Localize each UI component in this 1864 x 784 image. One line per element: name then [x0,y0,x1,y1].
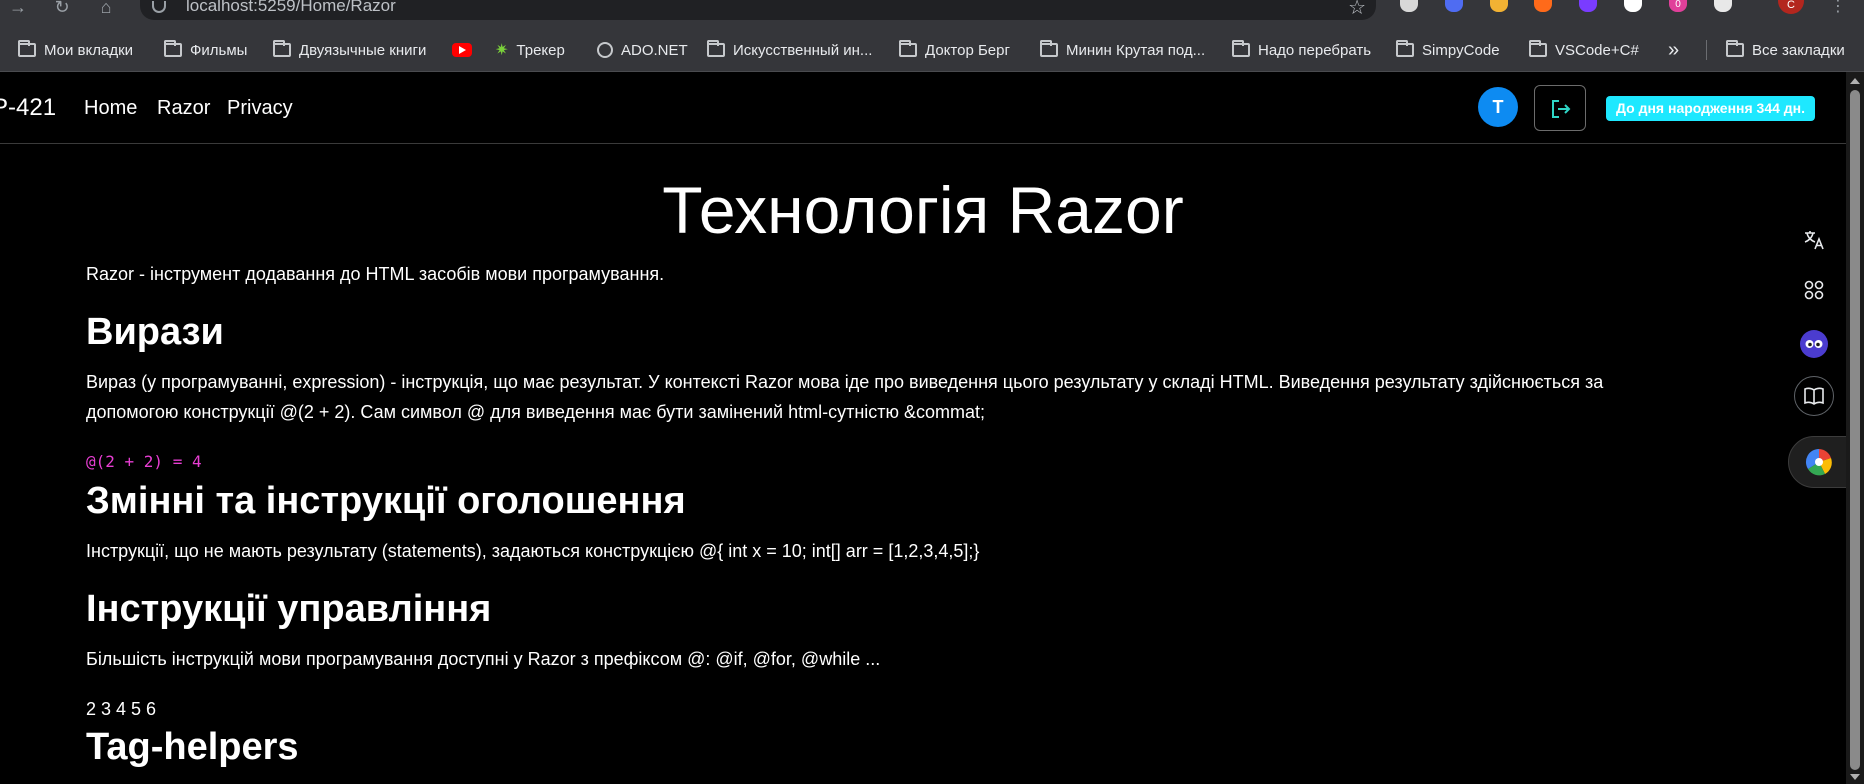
bookmark-item[interactable]: ✷ Трекер [495,38,565,62]
extension-icon[interactable] [1400,0,1418,12]
logout-button[interactable] [1534,85,1586,131]
browser-menu-icon[interactable]: ⋮ [1826,0,1850,20]
folder-icon [1396,40,1414,57]
bookmark-item[interactable]: Двуязычные книги [273,38,426,62]
extension-icon[interactable] [1534,0,1552,12]
folder-icon [1726,40,1744,57]
section-heading: Вирази [86,311,224,353]
forward-icon[interactable]: → [6,0,30,20]
chrome-color-icon[interactable] [1788,436,1850,488]
globe-icon [597,42,613,58]
bookmarks-bar: Мои вкладки Фильмы Двуязычные книги ✷ Тре… [0,28,1864,72]
section-text: Інструкції, що не мають результату (stat… [86,541,980,561]
reader-icon[interactable] [1794,376,1834,416]
bookmark-item[interactable]: Фильмы [164,38,247,62]
bookmark-item[interactable]: Доктор Берг [899,38,1010,62]
bookmark-item[interactable]: Искусственный ин... [707,38,872,62]
folder-icon [1529,40,1547,57]
loop-output: 2 3 4 5 6 [86,699,157,719]
section-heading: Tag-helpers [86,726,299,768]
address-url[interactable]: localhost:5259/Home/Razor [186,0,396,16]
bookmarks-divider [1706,40,1707,60]
page-title: Технологія Razor [662,173,1184,247]
folder-icon [707,40,725,57]
folder-icon [1232,40,1250,57]
folder-icon [164,40,182,57]
scroll-up-icon[interactable] [1850,78,1860,84]
browser-toolbar: → ↻ ⌂ localhost:5259/Home/Razor ☆ 0 C ⋮ [0,0,1864,28]
nav-link-razor[interactable]: Razor [157,97,210,120]
section-heading: Змінні та інструкції оголошення [86,480,686,522]
nav-link-home[interactable]: Home [84,97,137,120]
site-navbar: P-421 Home Razor Privacy T До дня народж… [0,72,1846,144]
apps-icon[interactable] [1794,270,1834,310]
bookmark-item[interactable]: Минин Крутая под... [1040,38,1205,62]
address-bar[interactable]: localhost:5259/Home/Razor ☆ [140,0,1376,20]
scroll-down-icon[interactable] [1850,774,1860,780]
profile-avatar[interactable]: C [1778,0,1804,14]
folder-icon [273,40,291,57]
site-info-icon[interactable] [152,1,166,13]
bot-icon[interactable] [1794,324,1834,364]
tracker-icon: ✷ [495,42,509,59]
intro-text: Razor - інструмент додавання до HTML зас… [86,264,665,284]
extension-badge-icon[interactable]: 0 [1669,0,1687,12]
extension-icon[interactable] [1624,0,1642,12]
user-avatar[interactable]: T [1478,87,1518,127]
all-bookmarks[interactable]: Все закладки [1726,38,1845,62]
section-heading: Інструкції управління [86,588,492,630]
bookmark-youtube[interactable] [452,38,472,62]
folder-icon [1040,40,1058,57]
bookmark-item[interactable]: VSCode+C# [1529,38,1639,62]
code-example: @(2 + 2) = 4 [86,452,202,471]
bookmarks-overflow[interactable]: » [1668,38,1679,62]
reload-icon[interactable]: ↻ [50,0,74,20]
folder-icon [18,40,36,57]
bookmark-item[interactable]: SimpyCode [1396,38,1500,62]
extension-icon[interactable] [1445,0,1463,12]
folder-icon [899,40,917,57]
bookmark-item[interactable]: Мои вкладки [18,38,133,62]
translate-icon[interactable] [1794,220,1834,260]
section-text: Вираз (у програмуванні, expression) - ін… [86,372,1604,422]
scroll-thumb[interactable] [1850,90,1860,770]
bookmark-item[interactable]: ADO.NET [597,38,688,62]
bookmark-item[interactable]: Надо перебрать [1232,38,1371,62]
section-text: Більшість інструкцій мови програмування … [86,649,881,669]
youtube-icon [452,43,472,57]
nav-link-privacy[interactable]: Privacy [227,97,293,120]
side-panel [1788,220,1850,520]
extension-icon[interactable] [1579,0,1597,12]
page-scrollbar[interactable] [1846,72,1864,784]
chevron-double-right-icon: » [1668,38,1680,61]
logout-icon [1552,100,1571,118]
extension-icon[interactable] [1490,0,1508,12]
bookmark-star-icon[interactable]: ☆ [1348,0,1366,20]
birthday-badge: До дня народження 344 дн. [1606,96,1816,121]
extensions-puzzle-icon[interactable] [1714,0,1732,12]
home-icon[interactable]: ⌂ [94,0,118,20]
site-brand[interactable]: P-421 [0,94,56,122]
